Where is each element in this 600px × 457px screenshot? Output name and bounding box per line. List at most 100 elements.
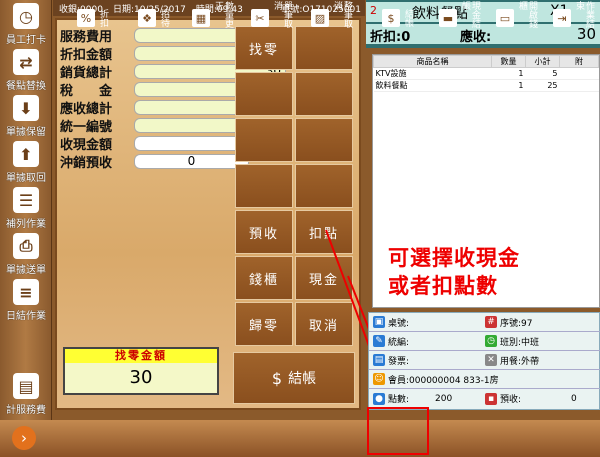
prepay-button[interactable]: 預收	[235, 210, 293, 254]
fee-row-prepay-offset: 沖銷預收 0	[60, 152, 249, 171]
change-amount-box: 找零金額 30	[63, 347, 219, 395]
col-header-extra: 附	[559, 55, 599, 68]
deduct-points-button[interactable]: 扣點	[295, 210, 353, 254]
fee-summary: 服務費用 0 折扣金額 0 銷貨總計 30 稅 金 0 應收總計 30 統一編號…	[60, 26, 286, 171]
sidebar-item-reprint[interactable]: ☰ 補列作業	[2, 186, 50, 230]
cancel-button[interactable]: 取消	[295, 302, 353, 346]
info-row: ▣ 桌號: # 序號:97	[369, 313, 600, 332]
table-row[interactable]: 飲料餐點 1 25	[373, 79, 599, 92]
empty-button[interactable]	[235, 72, 293, 116]
sidebar-label: 日結作業	[6, 311, 46, 322]
staff-label: 統編:	[388, 337, 410, 348]
info-row: ☺ 會員:000000004 833-1房	[369, 370, 600, 389]
sequence-no: 序號:97	[500, 318, 533, 329]
discount-button[interactable]: % 折扣	[66, 1, 119, 35]
empty-button[interactable]	[295, 164, 353, 208]
open-drawer-button[interactable]: ▭ 開啟錢櫃	[490, 1, 543, 35]
col-header-qty: 數量	[491, 55, 526, 68]
col-header-name: 商品名稱	[373, 55, 492, 68]
sidebar-label: 員工打卡	[6, 35, 46, 46]
list-icon: ☰	[13, 187, 39, 213]
empty-button[interactable]	[235, 118, 293, 162]
cash-button[interactable]: 現金	[295, 256, 353, 300]
shift-value: 班別:中班	[500, 337, 540, 348]
item-subtotal: 25	[525, 79, 560, 92]
left-sidebar: ◷ 員工打卡 ⇄ 餐點替換 ⬇ 單據保留 ⬆ 單據取回 ☰ 補列作業 ⎙ 單據送…	[0, 0, 52, 420]
toolbar-label: 數量更正	[213, 1, 233, 28]
fee-row-sales-total: 銷貨總計 30	[60, 62, 286, 81]
highlight-box	[367, 407, 429, 455]
empty-button[interactable]	[235, 164, 293, 208]
bottom-toolbar	[0, 420, 600, 457]
info-row: ● 點數: 200 ▪ 預收: 0	[369, 389, 600, 408]
table-row[interactable]: KTV設施 1 5	[373, 67, 599, 80]
info-row: ✎ 統編: ◷ 班別:中班	[369, 332, 600, 351]
dining-icon: ✕	[485, 354, 497, 366]
sidebar-item-daily-close[interactable]: ≡ 日結作業	[2, 278, 50, 322]
cancel-order-button[interactable]: ▨ 整筆取消	[305, 1, 358, 35]
fee-label: 統一編號	[60, 119, 113, 135]
cash-drawer-button[interactable]: 錢櫃	[235, 256, 293, 300]
annotation-line-2: 或者扣點數	[388, 274, 498, 298]
sidebar-item-retrieve-order[interactable]: ⬆ 單據取回	[2, 140, 50, 184]
sidebar-item-replace-meal[interactable]: ⇄ 餐點替換	[2, 48, 50, 92]
toolbar-checkout-button[interactable]: $ 結帳	[371, 1, 424, 35]
prepay-label: 預收:	[500, 395, 522, 405]
toolbar-label: 整筆取消	[332, 1, 352, 28]
fee-label: 應收總計	[60, 101, 113, 117]
toolbar-label: 現金結帳	[460, 1, 480, 28]
table-no-label: 桌號:	[388, 318, 410, 329]
member-icon: ☺	[373, 373, 385, 385]
sidebar-item-clock-in[interactable]: ◷ 員工打卡	[2, 2, 50, 46]
table-header-row: 商品名稱 數量 小計 附	[373, 55, 599, 68]
cancel-item-button[interactable]: ✂ 單筆取消	[245, 1, 298, 35]
points-label: 點數:	[388, 395, 410, 405]
fee-row-discount: 折扣金額 0	[60, 44, 286, 63]
toolbar-label: 單筆取消	[272, 1, 292, 28]
quantity-correction-button[interactable]: ▦ 數量更正	[186, 1, 239, 35]
sidebar-label: 計服務費	[6, 405, 46, 416]
checkout-button[interactable]: $ 結帳	[233, 352, 355, 404]
percent-icon: %	[77, 9, 95, 27]
col-header-subtotal: 小計	[525, 55, 560, 68]
sidebar-label: 單據取回	[6, 173, 46, 184]
gift-icon: ❖	[138, 9, 156, 27]
fee-row-cash-received: 收現金額	[60, 134, 286, 153]
expand-arrow-icon[interactable]: ›	[12, 426, 36, 450]
table-icon: ▣	[373, 316, 385, 328]
fee-label: 收現金額	[60, 137, 113, 153]
item-qty: 1	[491, 67, 526, 80]
printer-icon: ⎙	[13, 233, 39, 259]
end-operation-button[interactable]: ⇥ 作業結束	[547, 1, 600, 35]
item-extra	[559, 79, 599, 92]
invoice-icon: ▤	[373, 354, 385, 366]
sidebar-item-send-order[interactable]: ⎙ 單據送單	[2, 232, 50, 276]
sidebar-label: 單據送單	[6, 265, 46, 276]
fee-label: 折扣金額	[60, 47, 113, 63]
complimentary-button[interactable]: ❖ 招待	[127, 1, 180, 35]
change-amount-title: 找零金額	[65, 349, 217, 363]
sidebar-item-hold-order[interactable]: ⬇ 單據保留	[2, 94, 50, 138]
swap-icon: ⇄	[13, 49, 39, 75]
sidebar-item-service-fee[interactable]: ▤ 計服務費	[2, 372, 50, 416]
invoice-label: 發票:	[388, 356, 410, 367]
order-info-panel: ▣ 桌號: # 序號:97 ✎ 統編: ◷ 班別:中班 ▤ 發票: ✕ 用餐:外…	[368, 312, 600, 410]
item-qty: 1	[491, 79, 526, 92]
toolbar-label: 折扣	[98, 9, 108, 27]
dining-type: 用餐:外帶	[500, 356, 540, 367]
retrieve-icon: ⬆	[13, 141, 39, 167]
cash-checkout-button[interactable]: ▬ 現金結帳	[433, 1, 486, 35]
toolbar-label: 作業結束	[574, 1, 594, 28]
points-icon: ●	[373, 392, 385, 405]
staff-icon: ✎	[373, 335, 385, 347]
checkout-icon: $	[271, 368, 283, 388]
empty-button[interactable]	[295, 72, 353, 116]
fee-label: 銷貨總計	[60, 65, 113, 81]
toolbar-label: 招待	[159, 9, 169, 27]
return-zero-button[interactable]: 歸零	[235, 302, 293, 346]
prepay-value: 0	[571, 393, 577, 404]
quantity-icon: ▦	[192, 9, 210, 27]
prepay-offset-field[interactable]: 0	[134, 153, 249, 169]
empty-button[interactable]	[295, 118, 353, 162]
item-name: KTV設施	[373, 67, 492, 80]
